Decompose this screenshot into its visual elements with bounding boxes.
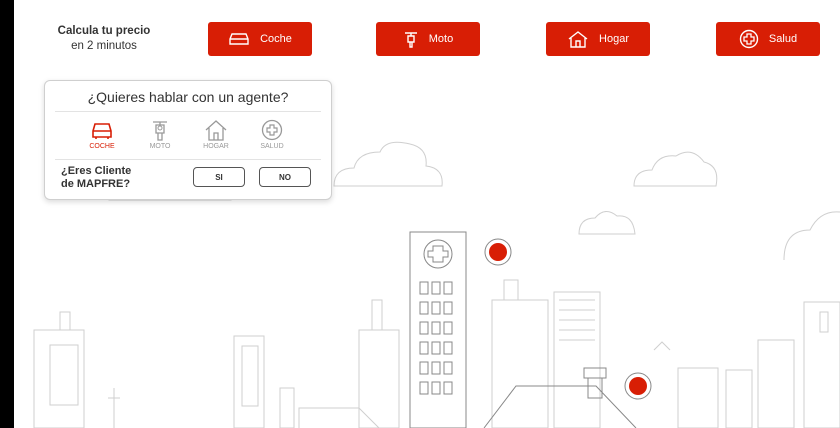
agent-product-moto[interactable]: MOTO xyxy=(135,119,185,150)
salud-label: Salud xyxy=(768,33,798,45)
health-cross-icon xyxy=(261,119,283,141)
agent-product-hogar[interactable]: HOGAR xyxy=(191,119,241,150)
cloud-3 xyxy=(633,151,718,187)
city-illustration xyxy=(33,141,840,428)
client-question: ¿Eres Cliente de MAPFRE? xyxy=(61,165,181,191)
tagline: Calcula tu precio en 2 minutos xyxy=(54,24,154,54)
house-icon xyxy=(568,31,588,48)
cloud-2 xyxy=(333,141,443,187)
moto-label: Moto xyxy=(428,33,454,45)
client-no-button[interactable]: NO xyxy=(259,167,311,187)
motorcycle-icon xyxy=(404,32,417,48)
car-icon xyxy=(92,123,112,139)
agent-product-label: COCHE xyxy=(89,143,115,150)
client-question-line2: de MAPFRE? xyxy=(61,178,131,190)
agent-contact-panel: ¿Quieres hablar con un agente? COCHE MOT… xyxy=(44,80,332,200)
client-question-line1: ¿Eres Cliente xyxy=(61,165,132,177)
motorcycle-icon xyxy=(153,121,167,141)
hogar-label: Hogar xyxy=(599,33,629,45)
agent-product-coche[interactable]: COCHE xyxy=(77,119,127,150)
agent-product-label: MOTO xyxy=(149,143,171,150)
car-icon xyxy=(229,33,249,45)
tagline-line1: Calcula tu precio xyxy=(57,25,151,37)
divider xyxy=(55,111,321,112)
hogar-quote-button[interactable]: Hogar xyxy=(546,22,650,56)
divider xyxy=(55,159,321,160)
agent-panel-title: ¿Quieres hablar con un agente? xyxy=(87,89,289,105)
agent-product-label: HOGAR xyxy=(203,143,229,150)
agent-product-salud[interactable]: SALUD xyxy=(247,119,297,150)
cloud-4 xyxy=(578,211,636,235)
agent-product-label: SALUD xyxy=(260,143,284,150)
page: Calcula tu precio en 2 minutos Coche Mot… xyxy=(14,0,840,428)
tagline-line2: en 2 minutos xyxy=(71,40,137,52)
cloud-5 xyxy=(783,211,840,261)
health-cross-icon xyxy=(739,29,759,49)
moto-quote-button[interactable]: Moto xyxy=(376,22,480,56)
salud-quote-button[interactable]: Salud xyxy=(716,22,820,56)
coche-label: Coche xyxy=(260,33,292,45)
client-yes-button[interactable]: SI xyxy=(193,167,245,187)
house-icon xyxy=(205,120,227,141)
coche-quote-button[interactable]: Coche xyxy=(208,22,312,56)
